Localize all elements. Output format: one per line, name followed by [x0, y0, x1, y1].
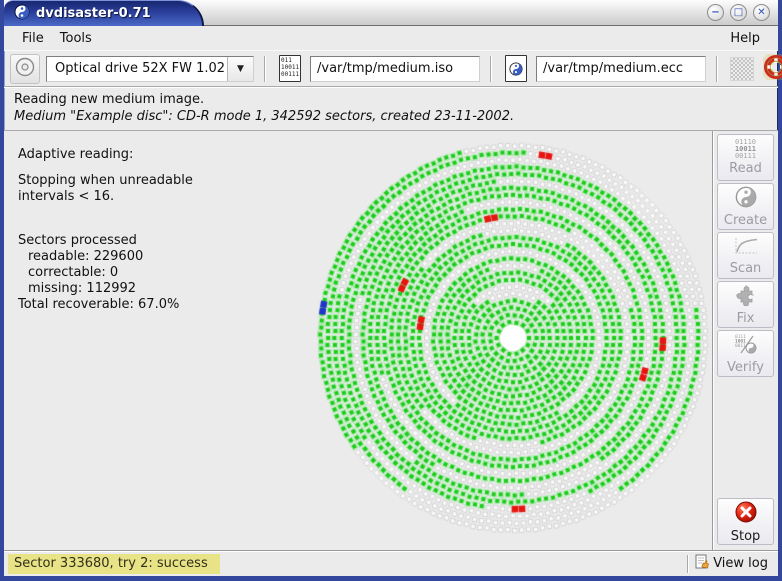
scan-button: Scan	[717, 232, 774, 279]
title-tab: dvdisaster-0.71	[4, 0, 204, 26]
toolbar-separator	[264, 55, 266, 82]
log-document-hand-icon	[695, 554, 710, 574]
disc-icon	[14, 56, 36, 82]
statusbar: Sector 333680, try 2: success View log	[4, 550, 778, 576]
verify-percent-icon: 0111 1001 0011	[733, 333, 759, 359]
scan-curve-icon	[733, 236, 759, 260]
app-window: dvdisaster-0.71 − □ ✕ File Tools Help Op…	[0, 0, 782, 581]
stop-condition-line2: intervals < 16.	[18, 189, 115, 204]
app-logo-yinyang-icon	[14, 4, 30, 24]
toolbar: Optical drive 52X FW 1.02 ▼ 011 10011 00…	[4, 50, 782, 87]
image-file-button[interactable]: 011 10011 00111	[276, 54, 304, 84]
header-status: Reading new medium image. Medium "Exampl…	[4, 87, 778, 131]
menu-file[interactable]: File	[14, 29, 52, 48]
iso-document-icon: 011 10011 00111	[279, 55, 301, 82]
create-button: Create	[717, 183, 774, 230]
content: Adaptive reading: Stopping when unreadab…	[4, 131, 778, 550]
toolbar-separator	[490, 55, 492, 82]
view-log-button[interactable]: View log	[695, 554, 774, 574]
stop-icon	[734, 500, 758, 528]
verify-button: 0111 1001 0011 Verify	[717, 330, 774, 377]
statusbar-separator	[687, 554, 690, 573]
image-file-input[interactable]	[310, 55, 480, 82]
adaptive-reading-label: Adaptive reading:	[18, 147, 134, 162]
action-sidebar: 01110 10011 00111 Read Create Scan Fix 0…	[712, 131, 778, 550]
stop-button[interactable]: Stop	[717, 498, 774, 545]
sectors-processed-label: Sectors processed	[18, 233, 137, 248]
info-panel: Adaptive reading: Stopping when unreadab…	[18, 147, 193, 313]
ecc-file-input[interactable]	[536, 55, 706, 82]
fix-button: Fix	[717, 281, 774, 328]
read-button: 01110 10011 00111 Read	[717, 134, 774, 181]
correctable-count: correctable: 0	[28, 265, 119, 280]
close-button[interactable]: ✕	[753, 4, 770, 21]
header-line2: Medium "Example disc": CD-R mode 1, 3425…	[14, 109, 515, 124]
total-recoverable: Total recoverable: 67.0%	[18, 297, 180, 312]
stop-condition-line1: Stopping when unreadable	[18, 173, 193, 188]
menu-tools[interactable]: Tools	[52, 29, 100, 48]
window-controls: − □ ✕	[707, 4, 770, 21]
ecc-file-button[interactable]	[502, 54, 530, 84]
help-button[interactable]	[760, 51, 782, 84]
window-title: dvdisaster-0.71	[36, 6, 151, 21]
maximize-button[interactable]: □	[730, 4, 747, 21]
menu-help[interactable]: Help	[722, 29, 768, 48]
ecc-document-icon	[505, 55, 527, 82]
drive-selector-value: Optical drive 52X FW 1.02	[55, 61, 226, 76]
readable-count: readable: 229600	[28, 249, 144, 264]
minimize-button[interactable]: −	[707, 4, 724, 21]
drive-scan-button[interactable]	[10, 53, 40, 84]
missing-count: missing: 112992	[28, 281, 137, 296]
menubar: File Tools Help	[4, 26, 778, 50]
fix-puzzle-icon	[734, 284, 758, 310]
status-message: Sector 333680, try 2: success	[8, 553, 220, 574]
create-yinyang-icon	[735, 186, 757, 212]
header-line1: Reading new medium image.	[14, 92, 205, 107]
toolbar-separator	[716, 55, 718, 82]
disabled-preferences-icon	[730, 56, 754, 81]
chevron-down-icon[interactable]: ▼	[227, 56, 253, 81]
reading-area: Adaptive reading: Stopping when unreadab…	[4, 131, 712, 550]
view-log-label: View log	[713, 556, 768, 571]
lifebuoy-icon	[760, 51, 782, 84]
drive-selector[interactable]: Optical drive 52X FW 1.02 ▼	[46, 55, 254, 82]
titlebar: dvdisaster-0.71 − □ ✕	[4, 0, 778, 26]
read-bits-icon: 01110 10011 00111	[734, 138, 757, 160]
preferences-button-disabled	[728, 54, 756, 84]
